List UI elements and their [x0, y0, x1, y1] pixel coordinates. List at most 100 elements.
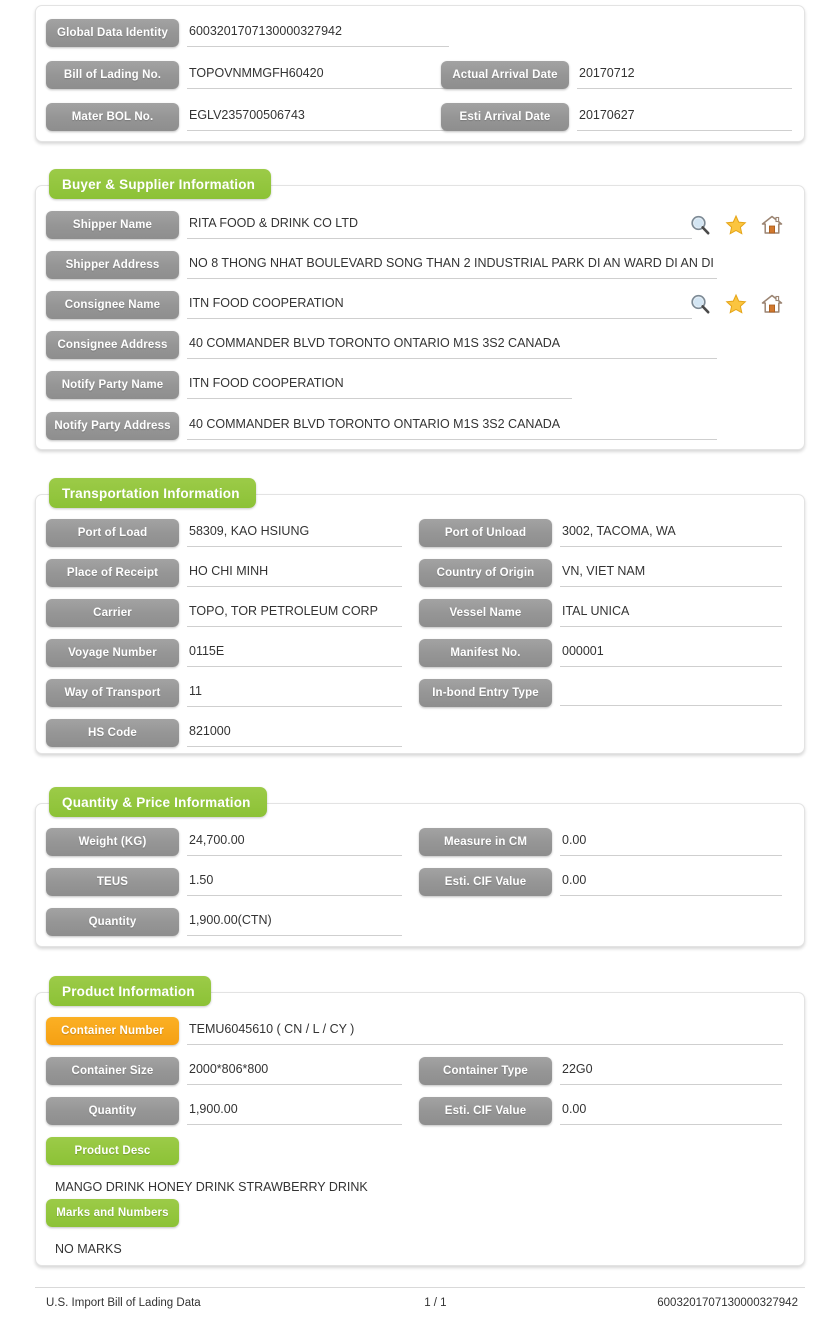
value-in-bond-entry-type	[560, 679, 782, 706]
value-marks-and-numbers: NO MARKS	[55, 1242, 122, 1256]
field-row-esti-arrival-date: Esti Arrival Date 20170627	[441, 103, 792, 131]
value-voyage-number: 0115E	[187, 639, 402, 667]
field-row-marks-and-numbers: Marks and Numbers	[46, 1199, 179, 1227]
value-shipper-address: NO 8 THONG NHAT BOULEVARD SONG THAN 2 IN…	[187, 251, 717, 279]
value-esti-arrival-date: 20170627	[577, 103, 792, 131]
label-notify-party-address: Notify Party Address	[46, 412, 179, 440]
product-card: Product Information Container Number TEM…	[35, 976, 805, 1266]
value-product-desc: MANGO DRINK HONEY DRINK STRAWBERRY DRINK	[55, 1180, 368, 1194]
field-row-esti-cif-value: Esti. CIF Value 0.00	[419, 868, 782, 896]
field-row-shipper-name: Shipper Name RITA FOOD & DRINK CO LTD	[46, 211, 692, 239]
field-row-mater-bol-no: Mater BOL No. EGLV235700506743	[46, 103, 449, 131]
field-row-hs-code: HS Code 821000	[46, 719, 402, 747]
label-product-esti-cif-value: Esti. CIF Value	[419, 1097, 552, 1125]
label-product-quantity: Quantity	[46, 1097, 179, 1125]
label-in-bond-entry-type: In-bond Entry Type	[419, 679, 552, 707]
label-hs-code: HS Code	[46, 719, 179, 747]
field-row-in-bond-entry-type: In-bond Entry Type	[419, 679, 782, 707]
label-container-size: Container Size	[46, 1057, 179, 1085]
label-actual-arrival-date: Actual Arrival Date	[441, 61, 569, 89]
section-title-buyer-supplier: Buyer & Supplier Information	[49, 169, 272, 199]
identity-card: Global Data Identity 6003201707130000327…	[35, 5, 805, 142]
section-title-product: Product Information	[49, 976, 211, 1006]
consignee-action-icons	[689, 293, 783, 315]
footer-page-number: 1 / 1	[424, 1297, 447, 1309]
value-container-type: 22G0	[560, 1057, 782, 1085]
value-vessel-name: ITAL UNICA	[560, 599, 782, 627]
label-vessel-name: Vessel Name	[419, 599, 552, 627]
document-page: Global Data Identity 6003201707130000327…	[0, 0, 825, 1327]
search-icon[interactable]	[689, 214, 711, 236]
value-container-number: TEMU6045610 ( CN / L / CY )	[187, 1017, 783, 1045]
section-title-quantity-price: Quantity & Price Information	[49, 787, 267, 817]
star-icon[interactable]	[725, 293, 747, 315]
shipper-action-icons	[689, 214, 783, 236]
value-carrier: TOPO, TOR PETROLEUM CORP	[187, 599, 402, 627]
value-container-size: 2000*806*800	[187, 1057, 402, 1085]
field-row-port-of-load: Port of Load 58309, KAO HSIUNG	[46, 519, 402, 547]
footer-source-label: U.S. Import Bill of Lading Data	[46, 1297, 201, 1309]
label-teus: TEUS	[46, 868, 179, 896]
label-product-desc: Product Desc	[46, 1137, 179, 1165]
field-row-teus: TEUS 1.50	[46, 868, 402, 896]
value-notify-party-address: 40 COMMANDER BLVD TORONTO ONTARIO M1S 3S…	[187, 412, 717, 440]
label-consignee-address: Consignee Address	[46, 331, 179, 359]
star-icon[interactable]	[725, 214, 747, 236]
value-global-data-identity: 6003201707130000327942	[187, 19, 449, 47]
value-actual-arrival-date: 20170712	[577, 61, 792, 89]
value-place-of-receipt: HO CHI MINH	[187, 559, 402, 587]
value-bill-of-lading-no: TOPOVNMMGFH60420	[187, 61, 449, 89]
value-hs-code: 821000	[187, 719, 402, 747]
page-footer: U.S. Import Bill of Lading Data 1 / 1 60…	[35, 1287, 805, 1309]
field-row-quantity: Quantity 1,900.00(CTN)	[46, 908, 402, 936]
value-port-of-unload: 3002, TACOMA, WA	[560, 519, 782, 547]
field-row-product-quantity: Quantity 1,900.00	[46, 1097, 402, 1125]
value-consignee-address: 40 COMMANDER BLVD TORONTO ONTARIO M1S 3S…	[187, 331, 717, 359]
label-global-data-identity: Global Data Identity	[46, 19, 179, 47]
label-voyage-number: Voyage Number	[46, 639, 179, 667]
field-row-actual-arrival-date: Actual Arrival Date 20170712	[441, 61, 792, 89]
value-esti-cif-value: 0.00	[560, 868, 782, 896]
section-title-transportation: Transportation Information	[49, 478, 256, 508]
field-row-global-data-identity: Global Data Identity 6003201707130000327…	[46, 19, 449, 47]
label-way-of-transport: Way of Transport	[46, 679, 179, 707]
value-manifest-no: 000001	[560, 639, 782, 667]
value-way-of-transport: 11	[187, 679, 402, 707]
field-row-weight-kg: Weight (KG) 24,700.00	[46, 828, 402, 856]
label-quantity: Quantity	[46, 908, 179, 936]
value-port-of-load: 58309, KAO HSIUNG	[187, 519, 402, 547]
field-row-consignee-address: Consignee Address 40 COMMANDER BLVD TORO…	[46, 331, 717, 359]
value-weight-kg: 24,700.00	[187, 828, 402, 856]
field-row-consignee-name: Consignee Name ITN FOOD COOPERATION	[46, 291, 692, 319]
label-manifest-no: Manifest No.	[419, 639, 552, 667]
field-row-shipper-address: Shipper Address NO 8 THONG NHAT BOULEVAR…	[46, 251, 717, 279]
label-place-of-receipt: Place of Receipt	[46, 559, 179, 587]
label-port-of-unload: Port of Unload	[419, 519, 552, 547]
search-icon[interactable]	[689, 293, 711, 315]
label-bill-of-lading-no: Bill of Lading No.	[46, 61, 179, 89]
buyer-supplier-card: Buyer & Supplier Information Shipper Nam…	[35, 169, 805, 450]
home-icon[interactable]	[761, 293, 783, 315]
label-weight-kg: Weight (KG)	[46, 828, 179, 856]
label-container-number[interactable]: Container Number	[46, 1017, 179, 1045]
label-notify-party-name: Notify Party Name	[46, 371, 179, 399]
value-mater-bol-no: EGLV235700506743	[187, 103, 449, 131]
label-country-of-origin: Country of Origin	[419, 559, 552, 587]
label-container-type: Container Type	[419, 1057, 552, 1085]
field-row-container-type: Container Type 22G0	[419, 1057, 782, 1085]
value-quantity: 1,900.00(CTN)	[187, 908, 402, 936]
quantity-price-card: Quantity & Price Information Weight (KG)…	[35, 787, 805, 947]
field-row-product-esti-cif-value: Esti. CIF Value 0.00	[419, 1097, 782, 1125]
label-consignee-name: Consignee Name	[46, 291, 179, 319]
field-row-notify-party-address: Notify Party Address 40 COMMANDER BLVD T…	[46, 412, 717, 440]
value-country-of-origin: VN, VIET NAM	[560, 559, 782, 587]
label-carrier: Carrier	[46, 599, 179, 627]
label-esti-cif-value: Esti. CIF Value	[419, 868, 552, 896]
label-esti-arrival-date: Esti Arrival Date	[441, 103, 569, 131]
field-row-place-of-receipt: Place of Receipt HO CHI MINH	[46, 559, 402, 587]
home-icon[interactable]	[761, 214, 783, 236]
label-port-of-load: Port of Load	[46, 519, 179, 547]
field-row-carrier: Carrier TOPO, TOR PETROLEUM CORP	[46, 599, 402, 627]
field-row-container-size: Container Size 2000*806*800	[46, 1057, 402, 1085]
value-measure-in-cm: 0.00	[560, 828, 782, 856]
